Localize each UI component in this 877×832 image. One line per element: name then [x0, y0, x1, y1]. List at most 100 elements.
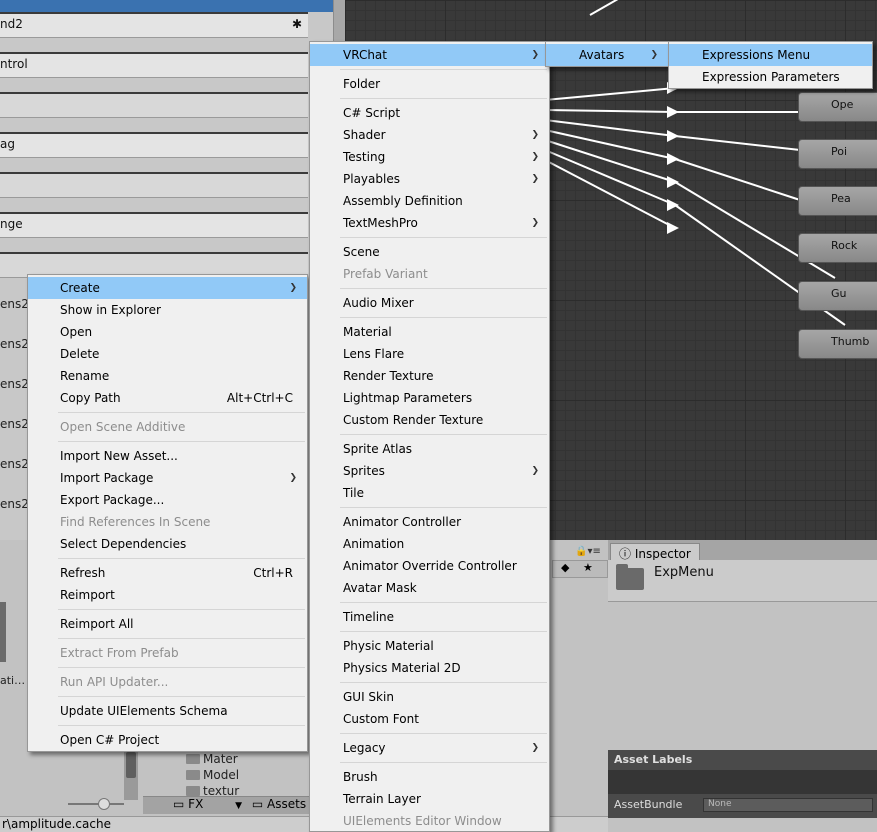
layer-label: ens2: [0, 417, 29, 431]
menu-item-import-new-asset[interactable]: Import New Asset...: [28, 445, 307, 467]
menu-item-label: VRChat: [343, 48, 387, 62]
menu-item-testing[interactable]: Testing ❯: [310, 146, 549, 168]
menu-item-animator-override-controller[interactable]: Animator Override Controller: [310, 555, 549, 577]
menu-item-textmeshpro[interactable]: TextMeshPro ❯: [310, 212, 549, 234]
menu-item-delete[interactable]: Delete: [28, 343, 307, 365]
menu-item-select-dependencies[interactable]: Select Dependencies: [28, 533, 307, 555]
state-node[interactable]: Ope: [798, 92, 877, 122]
menu-item-update-uielements-schema[interactable]: Update UIElements Schema: [28, 700, 307, 722]
parameter-name: nge: [0, 217, 23, 231]
parameter-name: nd2: [0, 17, 23, 31]
menu-item-sprite-atlas[interactable]: Sprite Atlas: [310, 438, 549, 460]
chevron-down-icon[interactable]: ▼: [235, 801, 242, 811]
state-node[interactable]: Thumb: [798, 329, 877, 359]
lock-icon[interactable]: 🔒▾≡: [575, 546, 601, 557]
folder-tree-item[interactable]: Model: [186, 768, 239, 782]
menu-item-reimport[interactable]: Reimport: [28, 584, 307, 606]
menu-item-open[interactable]: Open: [28, 321, 307, 343]
list-scrollbar[interactable]: [124, 750, 138, 800]
vrchat-submenu: Avatars ❯: [545, 41, 669, 67]
gear-icon[interactable]: ✱: [292, 17, 302, 31]
menu-item-shader[interactable]: Shader ❯: [310, 124, 549, 146]
menu-item-label: Shader: [343, 128, 386, 142]
parameter-row[interactable]: nd2 ✱: [0, 12, 308, 38]
scrollbar-thumb[interactable]: [126, 752, 136, 778]
menu-item-copy-path[interactable]: Copy Path Alt+Ctrl+C: [28, 387, 307, 409]
menu-item-label: Physics Material 2D: [343, 661, 461, 675]
asset-thumbnail[interactable]: [0, 602, 6, 662]
menu-item-avatar-mask[interactable]: Avatar Mask: [310, 577, 549, 599]
parameter-row[interactable]: nge: [0, 212, 308, 238]
menu-item-expressions-menu[interactable]: Expressions Menu: [669, 44, 872, 66]
menu-item-material[interactable]: Material: [310, 321, 549, 343]
tag-icon[interactable]: ◆: [561, 561, 569, 574]
menu-item-reimport-all[interactable]: Reimport All: [28, 613, 307, 635]
menu-item-timeline[interactable]: Timeline: [310, 606, 549, 628]
menu-item-c-script[interactable]: C# Script: [310, 102, 549, 124]
slider-knob[interactable]: [98, 798, 110, 810]
menu-item-tile[interactable]: Tile: [310, 482, 549, 504]
menu-item-shortcut: Alt+Ctrl+C: [226, 391, 293, 405]
breadcrumb-assets[interactable]: Assets: [267, 797, 306, 811]
menu-item-rename[interactable]: Rename: [28, 365, 307, 387]
inspector-tabbar: ⓘ Inspector: [608, 540, 877, 561]
menu-item-folder[interactable]: Folder: [310, 73, 549, 95]
menu-item-lightmap-parameters[interactable]: Lightmap Parameters: [310, 387, 549, 409]
menu-item-label: Testing: [343, 150, 386, 164]
asset-bundle-dropdown[interactable]: None: [703, 798, 873, 812]
menu-item-lens-flare[interactable]: Lens Flare: [310, 343, 549, 365]
thumbnail-size-slider[interactable]: [68, 798, 124, 810]
chevron-right-icon: ❯: [531, 466, 539, 476]
menu-item-expression-parameters[interactable]: Expression Parameters: [669, 66, 872, 88]
state-node[interactable]: Poi: [798, 139, 877, 169]
menu-item-avatars[interactable]: Avatars ❯: [546, 44, 668, 66]
menu-item-sprites[interactable]: Sprites ❯: [310, 460, 549, 482]
menu-item-brush[interactable]: Brush: [310, 766, 549, 788]
tab-inspector[interactable]: ⓘ Inspector: [610, 543, 700, 561]
menu-item-label: GUI Skin: [343, 690, 394, 704]
menu-item-render-texture[interactable]: Render Texture: [310, 365, 549, 387]
menu-item-refresh[interactable]: Refresh Ctrl+R: [28, 562, 307, 584]
layer-label: ens2: [0, 297, 29, 311]
panel-header-bar: [0, 0, 333, 12]
menu-item-gui-skin[interactable]: GUI Skin: [310, 686, 549, 708]
menu-item-assembly-definition[interactable]: Assembly Definition: [310, 190, 549, 212]
menu-separator: [310, 234, 549, 241]
menu-item-create[interactable]: Create ❯: [28, 277, 307, 299]
menu-item-physic-material[interactable]: Physic Material: [310, 635, 549, 657]
menu-item-physics-material-2d[interactable]: Physics Material 2D: [310, 657, 549, 679]
avatars-submenu: Expressions Menu Expression Parameters: [668, 41, 873, 89]
menu-item-legacy[interactable]: Legacy ❯: [310, 737, 549, 759]
menu-item-export-package[interactable]: Export Package...: [28, 489, 307, 511]
state-node[interactable]: Rock: [798, 233, 877, 263]
star-icon[interactable]: ★: [583, 561, 593, 574]
menu-item-vrchat[interactable]: VRChat ❯: [310, 44, 549, 66]
menu-item-terrain-layer[interactable]: Terrain Layer: [310, 788, 549, 810]
menu-item-scene[interactable]: Scene: [310, 241, 549, 263]
state-node[interactable]: Gu: [798, 281, 877, 311]
menu-item-label: Sprites: [343, 464, 385, 478]
menu-item-import-package[interactable]: Import Package ❯: [28, 467, 307, 489]
parameter-row[interactable]: ntrol: [0, 52, 308, 78]
layer-label: ens2: [0, 497, 29, 511]
parameter-row[interactable]: ag: [0, 132, 308, 158]
menu-item-playables[interactable]: Playables ❯: [310, 168, 549, 190]
menu-item-shortcut: Ctrl+R: [253, 566, 293, 580]
parameter-row[interactable]: [0, 172, 308, 198]
menu-separator: [28, 606, 307, 613]
menu-item-show-in-explorer[interactable]: Show in Explorer: [28, 299, 307, 321]
menu-item-label: Update UIElements Schema: [60, 704, 228, 718]
menu-item-open-c-project[interactable]: Open C# Project: [28, 729, 307, 751]
breadcrumb-folder[interactable]: FX: [188, 797, 203, 811]
chevron-right-icon: ❯: [531, 50, 539, 60]
menu-item-animation[interactable]: Animation: [310, 533, 549, 555]
menu-item-custom-render-texture[interactable]: Custom Render Texture: [310, 409, 549, 431]
menu-item-audio-mixer[interactable]: Audio Mixer: [310, 292, 549, 314]
menu-item-custom-font[interactable]: Custom Font: [310, 708, 549, 730]
parameter-row[interactable]: [0, 92, 308, 118]
menu-item-animator-controller[interactable]: Animator Controller: [310, 511, 549, 533]
folder-tree-item[interactable]: Mater: [186, 752, 238, 766]
create-submenu: VRChat ❯ Folder C# Script Shader ❯ Testing ❯ Pla…: [309, 41, 550, 832]
menu-item-label: Custom Font: [343, 712, 419, 726]
state-node[interactable]: Pea: [798, 186, 877, 216]
